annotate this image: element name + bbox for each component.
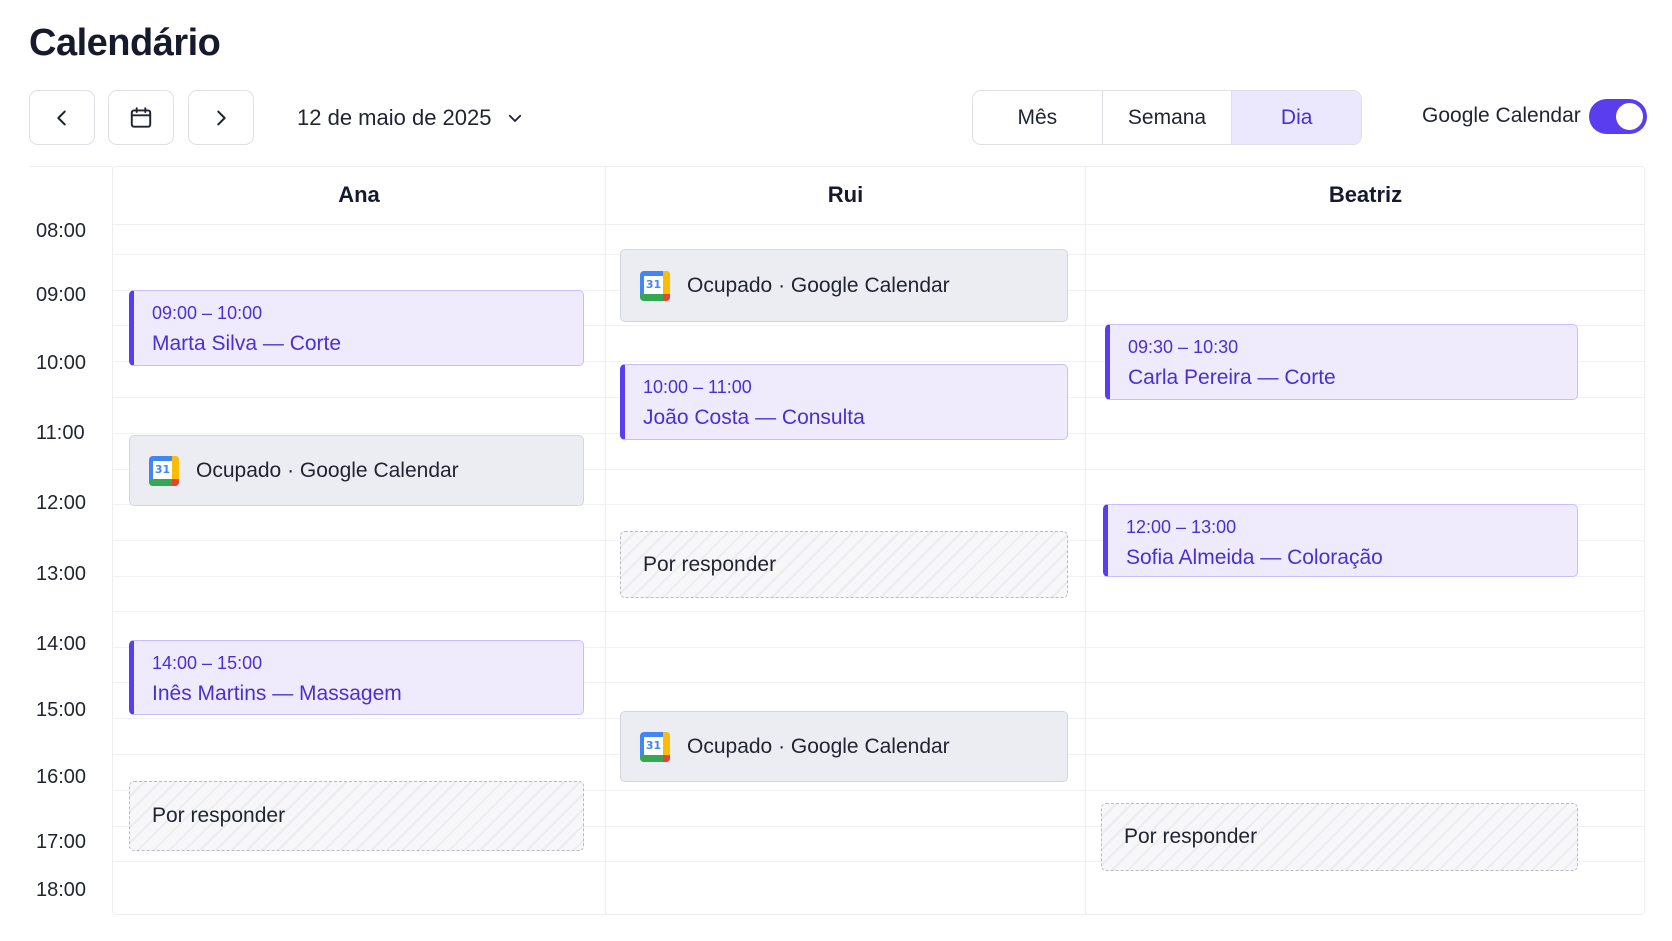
date-picker[interactable]: 12 de maio de 2025 (297, 100, 524, 136)
time-label: 14:00 (36, 633, 87, 655)
header-divider (112, 224, 1645, 225)
pending-event[interactable]: Por responder (129, 781, 584, 851)
time-label: 12:00 (36, 492, 87, 514)
event-time: 14:00 – 15:00 (152, 653, 263, 673)
chevron-left-icon (57, 110, 66, 125)
event-label: Por responder (1124, 825, 1258, 848)
view-day-button[interactable]: Dia (1232, 91, 1361, 144)
event-time: 09:00 – 10:00 (152, 303, 263, 323)
event-title: Sofia Almeida — Coloração (1126, 546, 1383, 569)
event-title: Carla Pereira — Corte (1128, 366, 1336, 389)
time-label: 13:00 (36, 563, 87, 585)
page-title: Calendário (29, 22, 221, 64)
event-label: Por responder (152, 804, 286, 827)
event-time: 12:00 – 13:00 (1126, 517, 1237, 537)
column-header-rui: Rui (827, 182, 864, 207)
pending-event[interactable]: Por responder (620, 531, 1068, 598)
calendar-icon (130, 106, 152, 128)
time-column-top-border (29, 166, 113, 167)
event-label: Ocupado · Google Calendar (687, 273, 950, 297)
busy-event[interactable]: 31 Ocupado · Google Calendar (620, 711, 1068, 782)
next-day-button[interactable] (188, 90, 254, 145)
time-label: 08:00 (36, 220, 87, 242)
appointment-event[interactable]: 09:00 – 10:00 Marta Silva — Corte (129, 290, 584, 366)
event-title: Marta Silva — Corte (152, 332, 342, 355)
google-calendar-sync-label: Google Calendar (1422, 104, 1581, 127)
appointment-event[interactable]: 10:00 – 11:00 João Costa — Consulta (620, 364, 1068, 440)
chevron-down-icon (508, 114, 521, 122)
today-button[interactable] (108, 90, 174, 145)
toggle-knob (1616, 103, 1643, 130)
view-week-button[interactable]: Semana (1103, 91, 1233, 144)
appointment-event[interactable]: 12:00 – 13:00 Sofia Almeida — Coloração (1103, 504, 1578, 577)
time-label: 18:00 (36, 879, 87, 901)
hour-gridline (113, 611, 1644, 612)
busy-event[interactable]: 31 Ocupado · Google Calendar (620, 249, 1068, 322)
busy-event[interactable]: 31 Ocupado · Google Calendar (129, 435, 584, 506)
chevron-right-icon (217, 110, 226, 125)
view-switcher: Mês Semana Dia (972, 90, 1362, 145)
time-label: 10:00 (36, 352, 87, 374)
event-label: Por responder (643, 552, 777, 576)
appointment-event[interactable]: 09:30 – 10:30 Carla Pereira — Corte (1105, 324, 1578, 400)
time-label: 09:00 (36, 284, 87, 306)
time-label: 11:00 (36, 422, 85, 444)
event-time: 09:30 – 10:30 (1128, 337, 1239, 357)
view-month-button[interactable]: Mês (973, 91, 1103, 144)
event-time: 10:00 – 11:00 (643, 377, 752, 397)
current-date: 12 de maio de 2025 (297, 105, 492, 130)
event-title: João Costa — Consulta (643, 406, 865, 429)
pending-event[interactable]: Por responder (1101, 803, 1578, 871)
event-label: Ocupado · Google Calendar (196, 458, 459, 482)
google-calendar-toggle[interactable] (1589, 99, 1647, 134)
google-calendar-icon: 31 (640, 731, 670, 762)
time-label: 17:00 (36, 831, 87, 853)
time-label: 16:00 (36, 766, 87, 788)
column-header-beatriz: Beatriz (1328, 182, 1403, 207)
appointment-event[interactable]: 14:00 – 15:00 Inês Martins — Massagem (129, 640, 584, 715)
column-header-ana: Ana (338, 182, 380, 207)
google-calendar-icon: 31 (149, 455, 179, 486)
google-calendar-icon: 31 (640, 270, 670, 301)
event-title: Inês Martins — Massagem (152, 682, 402, 705)
event-label: Ocupado · Google Calendar (687, 734, 950, 758)
time-label: 15:00 (36, 699, 87, 721)
previous-day-button[interactable] (29, 90, 95, 145)
